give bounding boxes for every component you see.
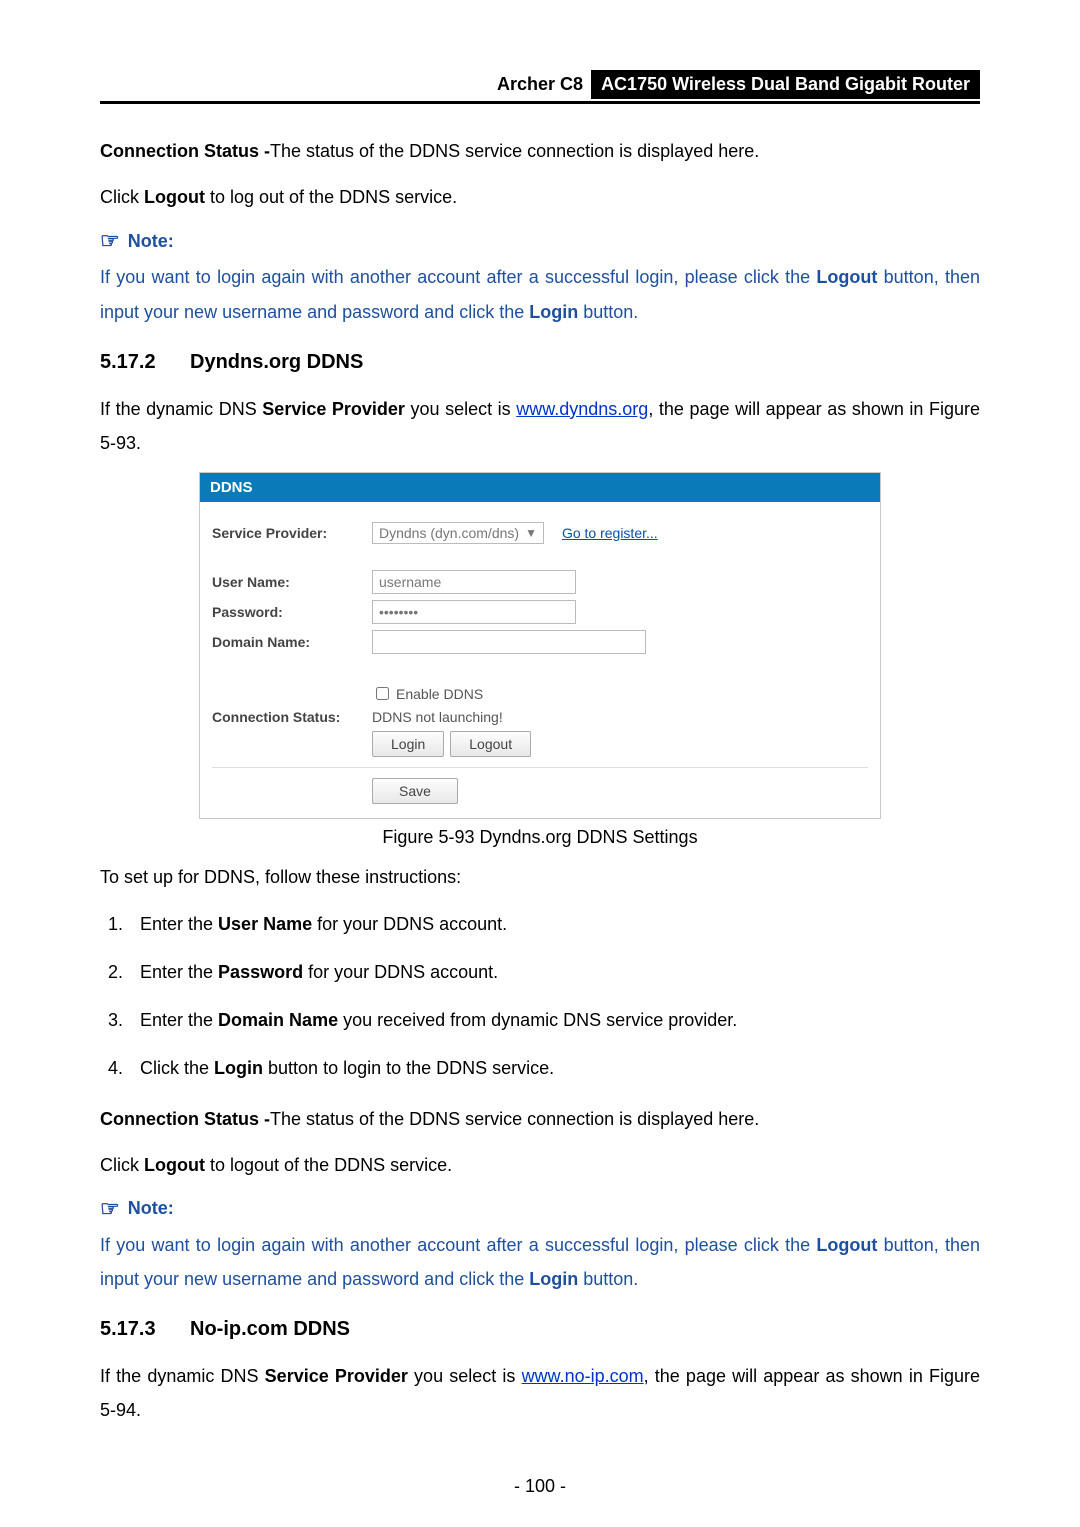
section-5-17-3-heading: 5.17.3No-ip.com DDNS <box>100 1318 980 1341</box>
section-title: Dyndns.org DDNS <box>190 351 363 373</box>
logout-button[interactable]: Logout <box>450 731 531 757</box>
step-1: Enter the User Name for your DDNS accoun… <box>128 906 980 944</box>
page-header: Archer C8 AC1750 Wireless Dual Band Giga… <box>100 70 980 104</box>
pointing-hand-icon: ☞ <box>100 1196 120 1222</box>
setup-intro: To set up for DDNS, follow these instruc… <box>100 860 980 894</box>
s3a: Enter the <box>140 1010 218 1030</box>
section-title-2: No-ip.com DDNS <box>190 1318 350 1340</box>
s4b: Login <box>214 1058 263 1078</box>
logout-post: to log out of the DDNS service. <box>205 187 457 207</box>
conn-status-bold: Connection Status - <box>100 141 270 161</box>
note2-d: Login <box>529 1269 578 1289</box>
dyndns-link[interactable]: www.dyndns.org <box>516 399 648 419</box>
divider <box>212 767 868 768</box>
note-body-1: If you want to login again with another … <box>100 260 980 328</box>
step-3: Enter the Domain Name you received from … <box>128 1002 980 1040</box>
conn-status-text: The status of the DDNS service connectio… <box>270 141 759 161</box>
logout-bold: Logout <box>144 187 205 207</box>
pointing-hand-icon: ☞ <box>100 228 120 254</box>
note1-b: Logout <box>816 267 877 287</box>
note1-a: If you want to login again with another … <box>100 267 816 287</box>
sec2-a: If the dynamic DNS <box>100 1366 265 1386</box>
note-heading-1: ☞ Note: <box>100 228 980 254</box>
figure-caption: Figure 5-93 Dyndns.org DDNS Settings <box>382 827 697 848</box>
connection-status-label: Connection Status: <box>212 709 372 725</box>
s4a: Click the <box>140 1058 214 1078</box>
note-heading-2: ☞ Note: <box>100 1196 980 1222</box>
connection-status-paragraph-2: Connection Status -The status of the DDN… <box>100 1102 980 1136</box>
username-input[interactable] <box>372 570 576 594</box>
password-input[interactable] <box>372 600 576 624</box>
ddns-panel: DDNS Service Provider: Dyndns (dyn.com/d… <box>199 472 881 819</box>
noip-link[interactable]: www.no-ip.com <box>522 1366 644 1386</box>
connection-status-paragraph: Connection Status -The status of the DDN… <box>100 134 980 168</box>
save-button[interactable]: Save <box>372 778 458 804</box>
service-provider-select[interactable]: Dyndns (dyn.com/dns) ▼ <box>372 522 544 544</box>
sec1-a: If the dynamic DNS <box>100 399 262 419</box>
sec1-b: Service Provider <box>262 399 405 419</box>
note-label: Note: <box>128 231 174 252</box>
conn-status-bold-2: Connection Status - <box>100 1109 270 1129</box>
domain-name-label: Domain Name: <box>212 634 372 650</box>
s2b: Password <box>218 962 303 982</box>
section-5-17-2-intro: If the dynamic DNS Service Provider you … <box>100 392 980 460</box>
s3c: you received from dynamic DNS service pr… <box>338 1010 737 1030</box>
note2-e: button. <box>578 1269 638 1289</box>
sec1-c: you select is <box>405 399 516 419</box>
note1-d: Login <box>529 302 578 322</box>
s1b: User Name <box>218 914 312 934</box>
note2-b: Logout <box>816 1235 877 1255</box>
sec2-c: you select is <box>408 1366 522 1386</box>
section-5-17-3-intro: If the dynamic DNS Service Provider you … <box>100 1359 980 1427</box>
enable-ddns-label: Enable DDNS <box>396 686 483 702</box>
setup-steps: Enter the User Name for your DDNS accoun… <box>100 906 980 1087</box>
username-label: User Name: <box>212 574 372 590</box>
s2a: Enter the <box>140 962 218 982</box>
s4c: button to login to the DDNS service. <box>263 1058 554 1078</box>
section-5-17-2-heading: 5.17.2Dyndns.org DDNS <box>100 351 980 374</box>
service-provider-label: Service Provider: <box>212 525 372 541</box>
page-number: - 100 - <box>0 1476 1080 1497</box>
conn-status-text-2: The status of the DDNS service connectio… <box>270 1109 759 1129</box>
enable-ddns-checkbox[interactable] <box>376 687 389 700</box>
s1a: Enter the <box>140 914 218 934</box>
connection-status-value: DDNS not launching! <box>372 709 503 725</box>
note1-e: button. <box>578 302 638 322</box>
login-button[interactable]: Login <box>372 731 444 757</box>
model-label: Archer C8 <box>489 72 591 97</box>
note-body-2: If you want to login again with another … <box>100 1228 980 1296</box>
step-2: Enter the Password for your DDNS account… <box>128 954 980 992</box>
logout-post-2: to logout of the DDNS service. <box>205 1155 452 1175</box>
s3b: Domain Name <box>218 1010 338 1030</box>
password-label: Password: <box>212 604 372 620</box>
logout-pre-2: Click <box>100 1155 144 1175</box>
go-to-register-link[interactable]: Go to register... <box>562 525 658 541</box>
logout-paragraph-2: Click Logout to logout of the DDNS servi… <box>100 1148 980 1182</box>
note-label-2: Note: <box>128 1198 174 1219</box>
logout-pre: Click <box>100 187 144 207</box>
service-provider-value: Dyndns (dyn.com/dns) <box>379 525 519 541</box>
domain-name-input[interactable] <box>372 630 646 654</box>
panel-title: DDNS <box>200 473 880 502</box>
s1c: for your DDNS account. <box>312 914 507 934</box>
s2c: for your DDNS account. <box>303 962 498 982</box>
figure-5-93: DDNS Service Provider: Dyndns (dyn.com/d… <box>100 472 980 848</box>
note2-a: If you want to login again with another … <box>100 1235 816 1255</box>
step-4: Click the Login button to login to the D… <box>128 1050 980 1088</box>
logout-paragraph-1: Click Logout to log out of the DDNS serv… <box>100 180 980 214</box>
chevron-down-icon: ▼ <box>525 526 537 540</box>
logout-bold-2: Logout <box>144 1155 205 1175</box>
product-label: AC1750 Wireless Dual Band Gigabit Router <box>591 70 980 99</box>
section-number-2: 5.17.3 <box>100 1318 190 1341</box>
section-number: 5.17.2 <box>100 351 190 374</box>
sec2-b: Service Provider <box>265 1366 408 1386</box>
